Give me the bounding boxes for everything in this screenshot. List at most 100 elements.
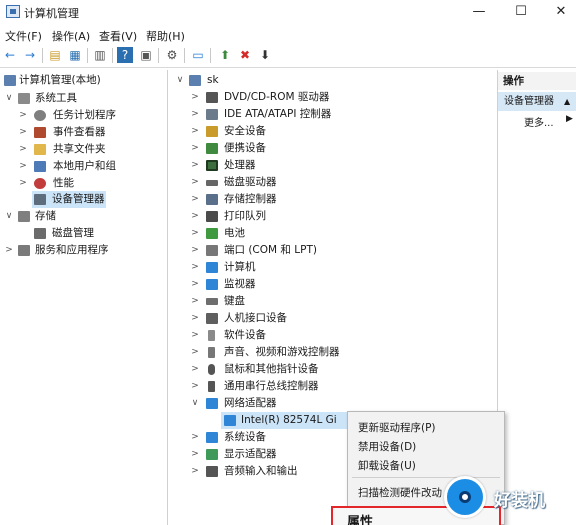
device-category-mice[interactable]: > 鼠标和其他指针设备 (190, 361, 475, 378)
device-category-audio-video[interactable]: > 声音、视频和游戏控制器 (190, 344, 475, 361)
tree-item-device-manager[interactable]: 设备管理器 (32, 191, 106, 208)
monitor-icon (206, 262, 218, 273)
properties-icon[interactable]: ▣ (138, 47, 154, 63)
expand-icon[interactable]: > (190, 429, 200, 446)
monitor-icon[interactable]: ▭ (190, 47, 206, 63)
tree-item-computer-management[interactable]: 计算机管理(本地) (2, 72, 166, 89)
device-category-hid[interactable]: > 人机接口设备 (190, 310, 475, 327)
expand-icon[interactable]: > (190, 225, 200, 242)
menu-bar: 文件(F) 操作(A) 查看(V) 帮助(H) (0, 25, 576, 43)
expand-icon[interactable]: > (190, 140, 200, 157)
expand-icon[interactable]: > (190, 123, 200, 140)
expand-icon[interactable]: > (190, 378, 200, 395)
device-category-keyboards[interactable]: > 键盘 (190, 293, 475, 310)
menu-view[interactable]: 查看(V) (99, 28, 137, 44)
collapse-icon[interactable]: ∨ (4, 90, 14, 107)
expand-icon[interactable]: > (18, 124, 28, 141)
device-category-system[interactable]: > 系统设备 (190, 429, 350, 446)
up-folder-icon[interactable]: ▤ (47, 47, 63, 63)
expand-icon[interactable]: > (190, 242, 200, 259)
tree-item-performance[interactable]: > 性能 (18, 175, 166, 192)
toolbar-separator (112, 48, 113, 63)
device-category-audio-io[interactable]: > 音频输入和输出 (190, 463, 350, 480)
menu-uninstall-device[interactable]: 卸载设备(U) (358, 458, 416, 473)
device-category-software[interactable]: > 软件设备 (190, 327, 475, 344)
actions-device-manager[interactable]: 设备管理器 ▲ (498, 92, 576, 111)
device-category-ide[interactable]: > IDE ATA/ATAPI 控制器 (190, 106, 475, 123)
tree-item-services-apps[interactable]: > 服务和应用程序 (4, 242, 166, 259)
tree-item-task-scheduler[interactable]: > 任务计划程序 (18, 107, 166, 124)
expand-icon[interactable]: > (190, 89, 200, 106)
expand-icon[interactable]: > (18, 107, 28, 124)
expand-icon[interactable]: > (190, 361, 200, 378)
expand-icon[interactable]: > (190, 106, 200, 123)
device-category-computer[interactable]: > 计算机 (190, 259, 475, 276)
menu-properties-label: 属性 (347, 515, 374, 525)
expand-icon[interactable]: > (190, 157, 200, 174)
device-category-portable[interactable]: > 便携设备 (190, 140, 475, 157)
expand-icon[interactable]: > (190, 446, 200, 463)
expand-icon[interactable]: > (190, 276, 200, 293)
expand-icon[interactable]: > (190, 327, 200, 344)
expand-icon[interactable]: > (190, 293, 200, 310)
tree-item-system-tools[interactable]: ∨ 系统工具 (4, 90, 166, 107)
collapse-arrow-icon[interactable]: ▲ (564, 92, 570, 111)
collapse-icon[interactable]: ∨ (4, 208, 14, 225)
toolbar-separator (87, 48, 88, 63)
device-category-usb[interactable]: > 通用串行总线控制器 (190, 378, 475, 395)
menu-update-driver[interactable]: 更新驱动程序(P) (358, 420, 436, 435)
device-category-network[interactable]: ∨ 网络适配器 (190, 395, 475, 412)
close-button[interactable]: ✕ (546, 2, 576, 22)
device-category-monitors[interactable]: > 监视器 (190, 276, 475, 293)
actions-more-link[interactable]: 更多... (524, 114, 554, 129)
device-category-processor[interactable]: > 处理器 (190, 157, 475, 174)
forward-icon[interactable]: → (22, 47, 38, 63)
scan-hardware-icon[interactable]: ⚙ (164, 47, 180, 63)
device-category-dvd[interactable]: > DVD/CD-ROM 驱动器 (190, 89, 475, 106)
device-category-print-queues[interactable]: > 打印队列 (190, 208, 475, 225)
actions-header: 操作 (498, 72, 576, 90)
expand-icon[interactable]: > (18, 158, 28, 175)
tree-item-event-viewer[interactable]: > 事件查看器 (18, 124, 166, 141)
collapse-icon[interactable]: ∨ (175, 72, 185, 89)
tree-item-local-users[interactable]: > 本地用户和组 (18, 158, 166, 175)
menu-disable-device[interactable]: 禁用设备(D) (358, 439, 416, 454)
device-category-batteries[interactable]: > 电池 (190, 225, 475, 242)
storage-controller-icon (206, 194, 218, 205)
tree-item-storage[interactable]: ∨ 存储 (4, 208, 166, 225)
expand-icon[interactable]: > (190, 344, 200, 361)
collapse-icon[interactable]: ∨ (190, 395, 200, 412)
menu-help[interactable]: 帮助(H) (146, 28, 185, 44)
menu-file[interactable]: 文件(F) (5, 28, 42, 44)
expand-icon[interactable]: > (18, 141, 28, 158)
maximize-button[interactable]: ☐ (506, 2, 536, 22)
device-category-disk-drives[interactable]: > 磁盘驱动器 (190, 174, 475, 191)
device-category-security[interactable]: > 安全设备 (190, 123, 475, 140)
expand-icon[interactable]: > (190, 191, 200, 208)
expand-icon[interactable]: > (190, 310, 200, 327)
menu-action[interactable]: 操作(A) (52, 28, 90, 44)
expand-icon[interactable]: > (4, 242, 14, 259)
uninstall-icon[interactable]: ✖ (237, 47, 253, 63)
device-root-sk[interactable]: ∨ sk (175, 72, 475, 89)
export-list-icon[interactable]: ▥ (92, 47, 108, 63)
menu-scan-hardware[interactable]: 扫描检测硬件改动 (358, 485, 442, 500)
expand-icon[interactable]: > (190, 463, 200, 480)
back-icon[interactable]: ← (2, 47, 18, 63)
device-category-storage-controllers[interactable]: > 存储控制器 (190, 191, 475, 208)
expand-icon[interactable]: > (190, 208, 200, 225)
expand-icon[interactable]: > (18, 175, 28, 192)
enable-device-icon[interactable]: ⬇ (257, 47, 273, 63)
device-category-ports[interactable]: > 端口 (COM 和 LPT) (190, 242, 475, 259)
device-category-display[interactable]: > 显示适配器 (190, 446, 350, 463)
tree-item-shared-folders[interactable]: > 共享文件夹 (18, 141, 166, 158)
tree-item-disk-management[interactable]: 磁盘管理 (32, 225, 166, 242)
show-hide-tree-icon[interactable]: ▦ (67, 47, 83, 63)
expand-icon[interactable]: > (190, 259, 200, 276)
minimize-button[interactable]: — (464, 2, 494, 22)
toolbar-separator (210, 48, 211, 63)
help-icon[interactable]: ? (117, 47, 133, 63)
update-driver-icon[interactable]: ⬆ (217, 47, 233, 63)
expand-icon[interactable]: > (190, 174, 200, 191)
mouse-icon (208, 364, 215, 375)
